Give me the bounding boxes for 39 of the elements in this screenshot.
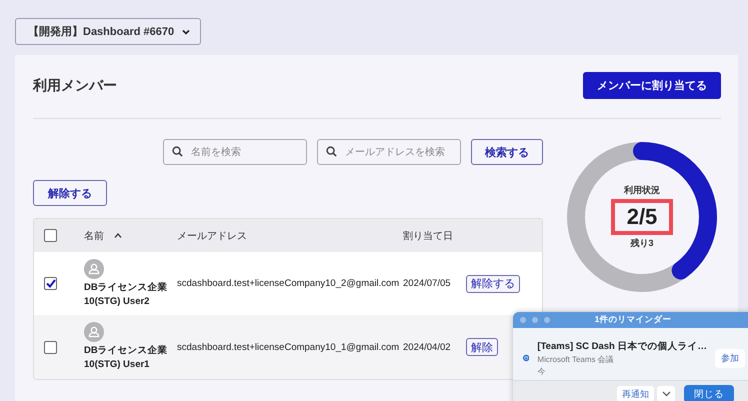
checkbox[interactable] xyxy=(44,229,57,242)
search-icon xyxy=(326,146,337,157)
snooze-button[interactable]: 再通知 xyxy=(617,386,654,401)
checkbox[interactable] xyxy=(44,340,57,354)
notification-title: 1件のリマインダー xyxy=(594,314,672,326)
search-icon xyxy=(172,146,183,157)
section-title: 利用メンバー xyxy=(33,76,117,94)
release-button[interactable]: 解除する xyxy=(33,180,107,206)
email-cell-text: scdashboard.test+licenseCompany10_1@gmail.com xyxy=(177,342,400,352)
join-button[interactable]: 参加 xyxy=(715,348,745,368)
chevron-down-icon xyxy=(662,391,670,397)
column-header: 割り当て日 xyxy=(403,230,454,242)
search-button[interactable]: 検索する xyxy=(471,139,543,165)
name-search-field[interactable]: 名前を検索 xyxy=(163,139,307,165)
column-header[interactable]: 名前 xyxy=(84,228,104,242)
avatar-icon xyxy=(84,322,104,342)
assign-button[interactable]: メンバーに割り当てる xyxy=(583,72,721,99)
email-cell-text: scdashboard.test+licenseCompany10_2@gmail.com xyxy=(177,278,400,289)
snooze-options-button[interactable] xyxy=(657,386,675,401)
email-search-field[interactable]: メールアドレスを検索 xyxy=(317,139,461,165)
column-header: メールアドレス xyxy=(177,230,248,242)
sort-up-icon[interactable] xyxy=(114,233,122,238)
chevron-down-icon xyxy=(182,28,190,34)
member-name: DBライセンス企業 10(STG) User2 xyxy=(84,280,169,308)
member-name: DBライセンス企業 10(STG) User1 xyxy=(84,344,169,372)
row-release-button[interactable]: 解除する xyxy=(466,274,520,293)
event-subtitle: Microsoft Teams 会議 xyxy=(537,354,615,364)
date-cell-text: 2024/04/02 xyxy=(403,342,452,352)
project-selector[interactable]: 【開発用】Dashboard #6670 xyxy=(15,18,202,45)
avatar-icon xyxy=(84,258,104,279)
close-button[interactable]: 閉じる xyxy=(684,385,734,401)
event-title: [Teams] SC Dash 日本での個人ライ… xyxy=(537,340,707,352)
date-cell-text: 2024/07/05 xyxy=(403,278,452,289)
usage-label: 利用状況 xyxy=(624,184,660,197)
row-release-button[interactable]: 解除 xyxy=(466,338,498,356)
event-time: 今 xyxy=(537,366,546,376)
usage-value: 2/5 xyxy=(610,199,674,235)
checkbox[interactable] xyxy=(44,277,57,290)
remaining-label: 残り3 xyxy=(630,237,654,250)
